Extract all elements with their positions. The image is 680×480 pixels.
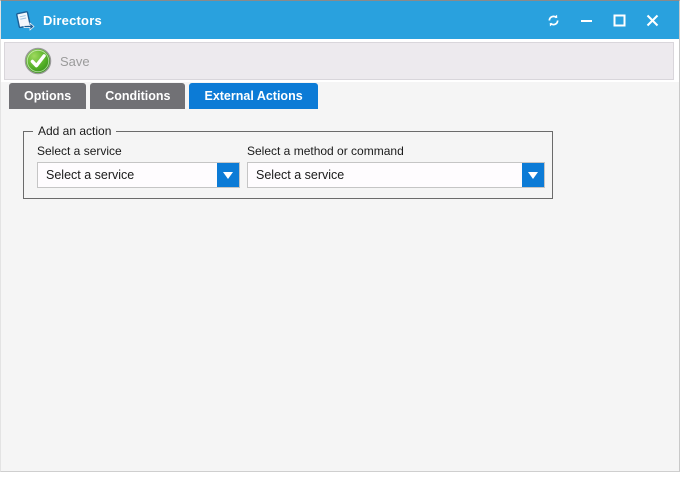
service-dropdown-button[interactable] bbox=[217, 163, 239, 187]
service-dropdown[interactable]: Select a service bbox=[37, 162, 240, 188]
method-label: Select a method or command bbox=[247, 144, 545, 158]
method-dropdown[interactable]: Select a service bbox=[247, 162, 545, 188]
service-label: Select a service bbox=[37, 144, 240, 158]
service-field: Select a service Select a service bbox=[37, 144, 240, 188]
green-check-circle-icon bbox=[24, 47, 52, 75]
method-field: Select a method or command Select a serv… bbox=[247, 144, 545, 188]
method-dropdown-value: Select a service bbox=[248, 163, 522, 187]
save-button-label: Save bbox=[60, 54, 90, 69]
method-dropdown-button[interactable] bbox=[522, 163, 544, 187]
window-controls bbox=[537, 1, 669, 39]
form-run-icon bbox=[13, 9, 35, 31]
close-icon[interactable] bbox=[636, 1, 669, 39]
tab-external-actions[interactable]: External Actions bbox=[189, 83, 317, 109]
chevron-down-icon bbox=[528, 172, 538, 179]
refresh-icon[interactable] bbox=[537, 1, 570, 39]
titlebar: Directors bbox=[1, 1, 679, 39]
add-action-groupbox: Add an action Select a service Select a … bbox=[23, 131, 553, 199]
minimize-icon[interactable] bbox=[570, 1, 603, 39]
toolbar: Save bbox=[4, 42, 674, 80]
tab-conditions[interactable]: Conditions bbox=[90, 83, 185, 109]
tab-bar: Options Conditions External Actions bbox=[9, 83, 318, 109]
service-dropdown-value: Select a service bbox=[38, 163, 217, 187]
chevron-down-icon bbox=[223, 172, 233, 179]
save-button[interactable]: Save bbox=[18, 45, 96, 77]
tab-options[interactable]: Options bbox=[9, 83, 86, 109]
window-title: Directors bbox=[43, 13, 102, 28]
maximize-icon[interactable] bbox=[603, 1, 636, 39]
content-area: Options Conditions External Actions Add … bbox=[1, 82, 679, 471]
directors-window: Directors bbox=[0, 0, 680, 472]
groupbox-title: Add an action bbox=[33, 124, 116, 139]
